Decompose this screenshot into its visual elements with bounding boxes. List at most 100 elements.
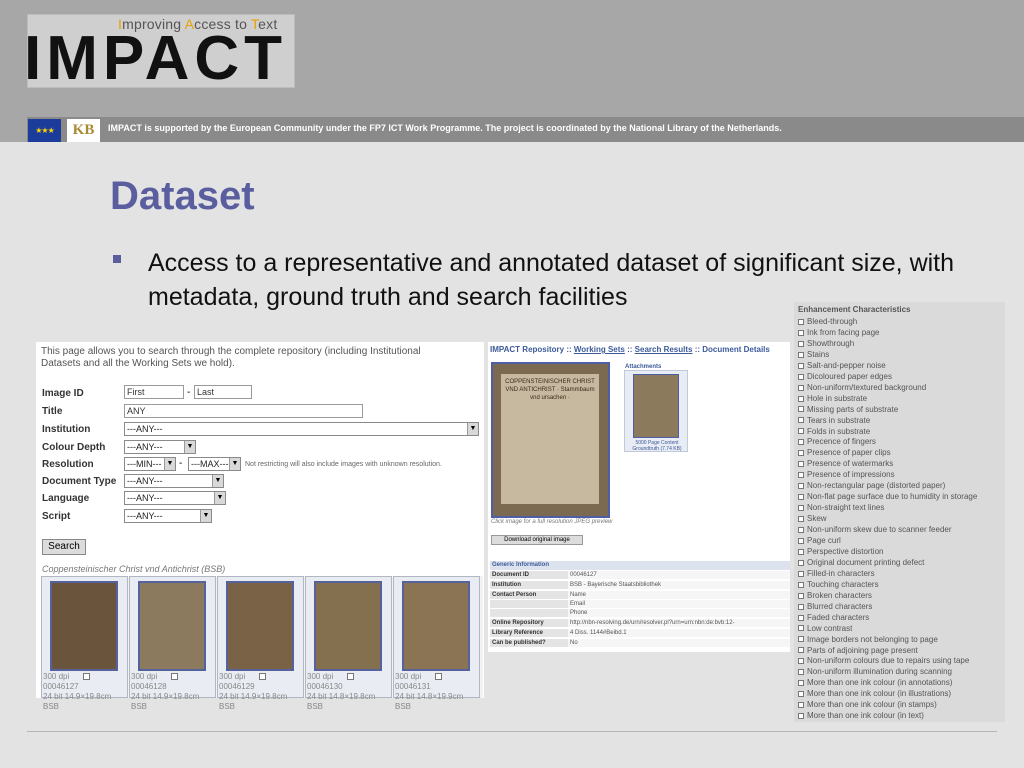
enhancement-checkbox[interactable] <box>798 439 804 446</box>
enhancement-item[interactable]: Stains <box>798 349 829 360</box>
enhancement-item[interactable]: Ink from facing page <box>798 327 879 338</box>
enhancement-item[interactable]: Bleed-through <box>798 316 857 327</box>
document-type-select[interactable]: ---ANY--- ▼ <box>124 474 224 488</box>
enhancement-item[interactable]: More than one ink colour (in stamps) <box>798 699 937 710</box>
page-thumbnail-image[interactable] <box>314 581 382 671</box>
select-checkbox[interactable] <box>171 673 179 681</box>
enhancement-checkbox[interactable] <box>798 680 804 687</box>
select-checkbox[interactable] <box>347 673 355 681</box>
enhancement-checkbox[interactable] <box>798 428 804 435</box>
enhancement-item[interactable]: Missing parts of substrate <box>798 404 898 415</box>
attachment-thumbnail[interactable] <box>633 374 679 438</box>
enhancement-item[interactable]: Faded characters <box>798 612 869 623</box>
enhancement-item[interactable]: Blurred characters <box>798 601 872 612</box>
enhancement-checkbox[interactable] <box>798 417 804 424</box>
enhancement-item[interactable]: Precence of fingers <box>798 436 876 447</box>
enhancement-checkbox[interactable] <box>798 472 804 479</box>
institution-select[interactable]: ---ANY--- ▼ <box>124 422 479 436</box>
select-checkbox[interactable] <box>83 673 91 681</box>
thumbnail-item[interactable]: 300 dpi00046129 24 bit 14.9×19.8cm BSB <box>217 576 304 711</box>
image-id-first-input[interactable]: First <box>124 385 184 399</box>
enhancement-checkbox[interactable] <box>798 713 804 720</box>
enhancement-item[interactable]: Original document printing defect <box>798 557 924 568</box>
breadcrumb-root[interactable]: IMPACT Repository <box>490 345 564 354</box>
enhancement-item[interactable]: Touching characters <box>798 579 879 590</box>
page-thumbnail-image[interactable] <box>402 581 470 671</box>
download-original-button[interactable]: Download original image <box>491 535 583 545</box>
thumbnail-item[interactable]: 300 dpi00046131 24 bit 14.8×19.9cm BSB <box>393 576 480 711</box>
enhancement-checkbox[interactable] <box>798 570 804 577</box>
enhancement-checkbox[interactable] <box>798 384 804 391</box>
search-button[interactable]: Search <box>42 539 86 555</box>
thumbnail-item[interactable]: 300 dpi00046127 24 bit 14.9×19.8cm BSB <box>41 576 128 711</box>
thumbnail-item[interactable]: 300 dpi00046128 24 bit 14.9×19.8cm BSB <box>129 576 216 711</box>
enhancement-checkbox[interactable] <box>798 373 804 380</box>
enhancement-item[interactable]: More than one ink colour (in text) <box>798 710 924 721</box>
enhancement-item[interactable]: More than one ink colour (in illustratio… <box>798 688 951 699</box>
enhancement-item[interactable]: Non-uniform skew due to scanner feeder <box>798 524 952 535</box>
enhancement-checkbox[interactable] <box>798 351 804 358</box>
enhancement-checkbox[interactable] <box>798 669 804 676</box>
enhancement-checkbox[interactable] <box>798 362 804 369</box>
enhancement-item[interactable]: Low contrast <box>798 623 852 634</box>
enhancement-item[interactable]: Presence of watermarks <box>798 458 893 469</box>
enhancement-checkbox[interactable] <box>798 691 804 698</box>
title-input[interactable]: ANY <box>124 404 363 418</box>
enhancement-checkbox[interactable] <box>798 559 804 566</box>
enhancement-checkbox[interactable] <box>798 483 804 490</box>
enhancement-item[interactable]: Image borders not belonging to page <box>798 634 938 645</box>
enhancement-checkbox[interactable] <box>798 340 804 347</box>
enhancement-item[interactable]: Showthrough <box>798 338 854 349</box>
enhancement-item[interactable]: Broken characters <box>798 590 872 601</box>
page-thumbnail-image[interactable] <box>138 581 206 671</box>
enhancement-checkbox[interactable] <box>798 658 804 665</box>
enhancement-item[interactable]: Hole in substrate <box>798 393 867 404</box>
enhancement-item[interactable]: Page curl <box>798 535 841 546</box>
enhancement-checkbox[interactable] <box>798 494 804 501</box>
enhancement-checkbox[interactable] <box>798 614 804 621</box>
enhancement-checkbox[interactable] <box>798 515 804 522</box>
enhancement-item[interactable]: Skew <box>798 513 827 524</box>
language-select[interactable]: ---ANY--- ▼ <box>124 491 226 505</box>
resolution-min-select[interactable]: ---MIN--- ▼ <box>124 457 176 471</box>
enhancement-item[interactable]: Non-flat page surface due to humidity in… <box>798 491 977 502</box>
enhancement-checkbox[interactable] <box>798 318 804 325</box>
document-preview-image[interactable]: COPPENSTEINISCHER CHRIST VND ANTICHRIST … <box>491 362 610 518</box>
enhancement-checkbox[interactable] <box>798 526 804 533</box>
image-id-last-input[interactable]: Last <box>194 385 252 399</box>
enhancement-checkbox[interactable] <box>798 581 804 588</box>
enhancement-item[interactable]: Non-uniform illumination during scanning <box>798 666 952 677</box>
enhancement-item[interactable]: Presence of impressions <box>798 469 895 480</box>
attachment-item[interactable]: 5000 Page Content Groundtruth (7.74 KB) <box>624 370 688 452</box>
enhancement-item[interactable]: More than one ink colour (in annotations… <box>798 677 952 688</box>
enhancement-checkbox[interactable] <box>798 329 804 336</box>
enhancement-item[interactable]: Non-uniform colours due to repairs using… <box>798 655 969 666</box>
breadcrumb-search-results[interactable]: Search Results <box>635 345 693 354</box>
enhancement-checkbox[interactable] <box>798 548 804 555</box>
enhancement-item[interactable]: Folds in substrate <box>798 426 870 437</box>
enhancement-checkbox[interactable] <box>798 395 804 402</box>
enhancement-checkbox[interactable] <box>798 450 804 457</box>
enhancement-item[interactable]: Non-rectangular page (distorted paper) <box>798 480 945 491</box>
enhancement-checkbox[interactable] <box>798 647 804 654</box>
enhancement-checkbox[interactable] <box>798 603 804 610</box>
resolution-max-select[interactable]: ---MAX--- ▼ <box>188 457 241 471</box>
page-thumbnail-image[interactable] <box>226 581 294 671</box>
enhancement-checkbox[interactable] <box>798 636 804 643</box>
enhancement-checkbox[interactable] <box>798 592 804 599</box>
enhancement-item[interactable]: Parts of adjoining page present <box>798 645 918 656</box>
enhancement-item[interactable]: Presence of paper clips <box>798 447 891 458</box>
enhancement-item[interactable]: Non-straight text lines <box>798 502 884 513</box>
select-checkbox[interactable] <box>259 673 267 681</box>
thumbnail-item[interactable]: 300 dpi00046130 24 bit 14.8×19.8cm BSB <box>305 576 392 711</box>
page-thumbnail-image[interactable] <box>50 581 118 671</box>
enhancement-checkbox[interactable] <box>798 406 804 413</box>
colour-depth-select[interactable]: ---ANY--- ▼ <box>124 440 196 454</box>
attachment-caption[interactable]: 5000 Page Content Groundtruth (7.74 KB) <box>627 440 687 452</box>
enhancement-item[interactable]: Salt-and-pepper noise <box>798 360 886 371</box>
enhancement-item[interactable]: Filled-in characters <box>798 568 875 579</box>
enhancement-checkbox[interactable] <box>798 505 804 512</box>
enhancement-item[interactable]: Perspective distortion <box>798 546 883 557</box>
enhancement-item[interactable]: Non-uniform/textured background <box>798 382 926 393</box>
enhancement-item[interactable]: Dicoloured paper edges <box>798 371 892 382</box>
